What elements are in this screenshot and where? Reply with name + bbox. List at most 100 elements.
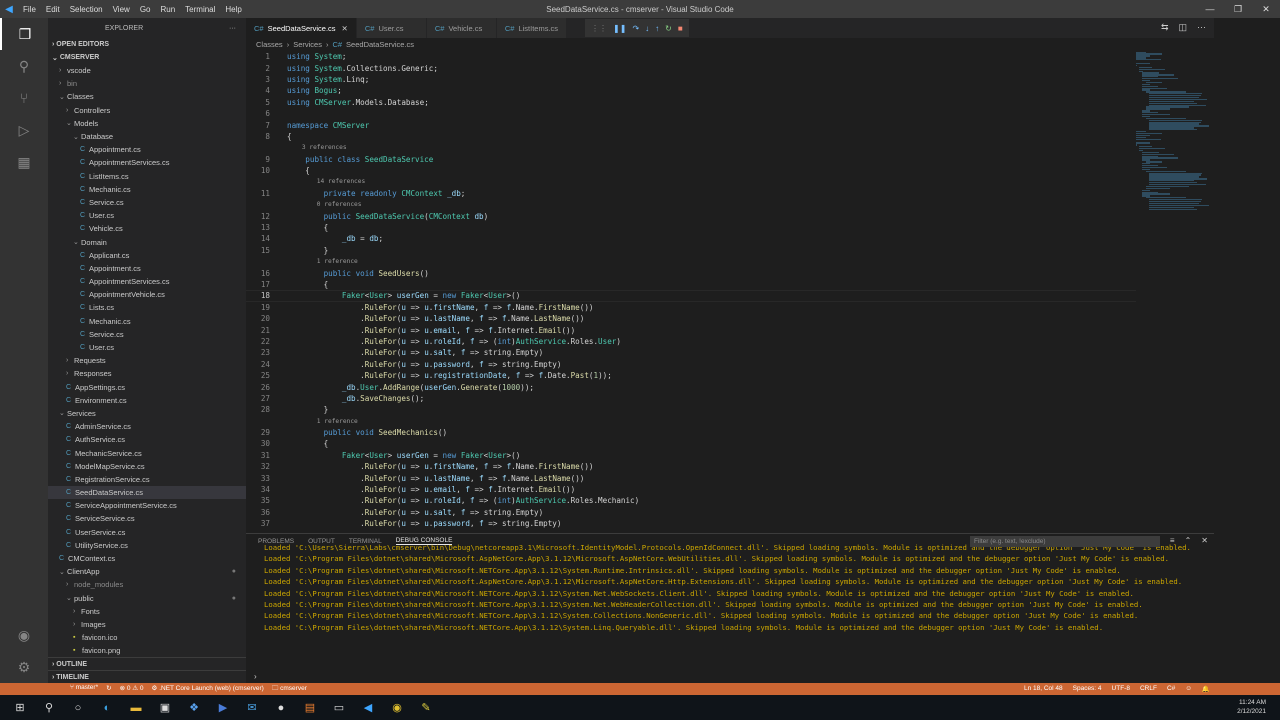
menu-terminal[interactable]: Terminal xyxy=(180,5,220,14)
search-icon[interactable]: ⚲ xyxy=(37,695,61,720)
indentation[interactable]: Spaces: 4 xyxy=(1073,685,1102,693)
vscode-icon[interactable]: ◀ xyxy=(356,695,380,720)
extensions-icon[interactable]: ▦ xyxy=(0,146,48,178)
tree-folder[interactable]: › Requests xyxy=(48,354,246,367)
end-of-line[interactable]: CRLF xyxy=(1140,685,1157,693)
tree-file[interactable]: C ListItems.cs xyxy=(48,170,246,183)
tree-folder[interactable]: › bin xyxy=(48,77,246,90)
tab-user[interactable]: C# User.cs xyxy=(356,18,427,38)
tree-file[interactable]: C AppSettings.cs xyxy=(48,381,246,394)
menu-selection[interactable]: Selection xyxy=(65,5,108,14)
tree-folder[interactable]: › Images xyxy=(48,618,246,631)
search-icon[interactable]: ⚲ xyxy=(0,50,48,82)
tree-folder[interactable]: ⌄ Classes xyxy=(48,90,246,103)
breadcrumb-item[interactable]: Classes xyxy=(256,40,283,49)
more-actions-icon[interactable]: ··· xyxy=(1197,22,1206,33)
notifications-icon[interactable]: 🔔 xyxy=(1202,685,1210,693)
restore-icon[interactable]: ❐ xyxy=(1224,0,1252,18)
tree-file[interactable]: C Lists.cs xyxy=(48,301,246,314)
tree-folder[interactable]: › vscode xyxy=(48,64,246,77)
tab-listitems[interactable]: C# ListItems.cs xyxy=(496,18,568,38)
minimize-icon[interactable]: — xyxy=(1196,0,1224,18)
tree-file[interactable]: C Service.cs xyxy=(48,196,246,209)
dropbox-icon[interactable]: ❖ xyxy=(182,695,206,720)
codelens-references[interactable]: 3 references xyxy=(246,142,1136,153)
timeline-section[interactable]: › TIMELINE xyxy=(48,670,246,683)
tree-file[interactable]: C Environment.cs xyxy=(48,394,246,407)
system-clock[interactable]: 11:24 AM 2/12/2021 xyxy=(1237,698,1266,716)
menu-edit[interactable]: Edit xyxy=(41,5,65,14)
console-prompt-icon[interactable]: › xyxy=(254,672,257,681)
menu-view[interactable]: View xyxy=(108,5,135,14)
close-tab-icon[interactable]: ✕ xyxy=(342,24,348,33)
tree-file[interactable]: C Vehicle.cs xyxy=(48,222,246,235)
breadcrumb-item[interactable]: Services xyxy=(293,40,322,49)
launch-config[interactable]: ⚙ .NET Core Launch (web) (cmserver) xyxy=(152,684,264,695)
tree-folder[interactable]: ⌄ public ● xyxy=(48,592,246,605)
tree-file[interactable]: C Mechanic.cs xyxy=(48,183,246,196)
chrome-icon[interactable]: ◉ xyxy=(385,695,409,720)
menu-go[interactable]: Go xyxy=(135,5,156,14)
tree-folder[interactable]: ⌄ Database xyxy=(48,130,246,143)
step-over-icon[interactable]: ↷ xyxy=(632,24,639,33)
source-control-icon[interactable]: ⑂ xyxy=(0,82,48,114)
menu-run[interactable]: Run xyxy=(155,5,180,14)
explorer-icon[interactable]: ❐ xyxy=(0,18,48,50)
tree-file[interactable]: C AppointmentServices.cs xyxy=(48,275,246,288)
store-icon[interactable]: ▣ xyxy=(153,695,177,720)
tree-file[interactable]: C AdminService.cs xyxy=(48,420,246,433)
tree-file[interactable]: C RegistrationService.cs xyxy=(48,473,246,486)
tree-file[interactable]: C ModelMapService.cs xyxy=(48,460,246,473)
tree-folder[interactable]: ⌄ ClientApp ● xyxy=(48,565,246,578)
menu-file[interactable]: File xyxy=(18,5,41,14)
encoding[interactable]: UTF-8 xyxy=(1112,685,1130,693)
windows-start-icon[interactable]: ⊞ xyxy=(8,695,32,720)
language-mode[interactable]: C# xyxy=(1167,685,1175,693)
close-panel-icon[interactable]: ✕ xyxy=(1201,536,1208,545)
tree-folder[interactable]: ⌄ Services xyxy=(48,407,246,420)
problems-status[interactable]: ⊗ 0 ⚠ 0 xyxy=(120,684,144,695)
tree-file[interactable]: C AppointmentServices.cs xyxy=(48,156,246,169)
tab-vehicle[interactable]: C# Vehicle.cs xyxy=(426,18,497,38)
tree-file[interactable]: C CMContext.cs xyxy=(48,552,246,565)
split-editor-icon[interactable]: ◫ xyxy=(1178,22,1187,33)
step-into-icon[interactable]: ↓ xyxy=(645,24,649,33)
sublime-icon[interactable]: ▤ xyxy=(298,695,322,720)
tree-folder[interactable]: ⌄ Models xyxy=(48,117,246,130)
pause-icon[interactable]: ❚❚ xyxy=(613,24,626,33)
tree-file[interactable]: ▪ favicon.ico xyxy=(48,631,246,644)
minimap[interactable] xyxy=(1136,51,1209,210)
tree-file[interactable]: C User.cs xyxy=(48,341,246,354)
settings-gear-icon[interactable]: ⚙ xyxy=(0,651,48,683)
codelens-references[interactable]: 14 references xyxy=(246,176,1136,187)
outline-section[interactable]: › OUTLINE xyxy=(48,657,246,670)
powershell-icon[interactable]: ▶ xyxy=(211,695,235,720)
clear-console-icon[interactable]: ≡ xyxy=(1170,536,1175,545)
tree-file[interactable]: C ServiceAppointmentService.cs xyxy=(48,499,246,512)
workspace-root[interactable]: ⌄ CMSERVER xyxy=(48,51,246,64)
project-status[interactable]: 🗀 cmserver xyxy=(272,684,307,695)
restart-icon[interactable]: ↻ xyxy=(665,24,672,33)
tree-folder[interactable]: › Responses xyxy=(48,367,246,380)
tree-file[interactable]: ▪ favicon.png xyxy=(48,644,246,657)
tree-file[interactable]: C Service.cs xyxy=(48,328,246,341)
step-out-icon[interactable]: ↑ xyxy=(655,24,659,33)
mail-icon[interactable]: ✉ xyxy=(240,695,264,720)
branch-status[interactable]: ⑂ master* xyxy=(70,684,98,695)
menu-help[interactable]: Help xyxy=(220,5,246,14)
tree-file[interactable]: C MechanicService.cs xyxy=(48,446,246,459)
tree-folder[interactable]: › Fonts xyxy=(48,605,246,618)
breadcrumb-item[interactable]: SeedDataService.cs xyxy=(346,40,414,49)
tree-file[interactable]: C Mechanic.cs xyxy=(48,315,246,328)
more-actions-icon[interactable]: ··· xyxy=(229,25,236,32)
task-view-icon[interactable]: ○ xyxy=(66,695,90,720)
drag-handle-icon[interactable]: ⋮⋮ xyxy=(591,24,607,33)
stop-icon[interactable]: ■ xyxy=(678,24,683,33)
tree-file[interactable]: C Appointment.cs xyxy=(48,262,246,275)
tree-file[interactable]: C SeedDataService.cs xyxy=(48,486,246,500)
tree-file[interactable]: C AppointmentVehicle.cs xyxy=(48,288,246,301)
github-desktop-icon[interactable]: ● xyxy=(269,695,293,720)
codelens-references[interactable]: 1 reference xyxy=(246,256,1136,267)
tab-seeddataservice[interactable]: C# SeedDataService.cs ✕ xyxy=(246,18,357,38)
tree-file[interactable]: C UtilityService.cs xyxy=(48,539,246,552)
